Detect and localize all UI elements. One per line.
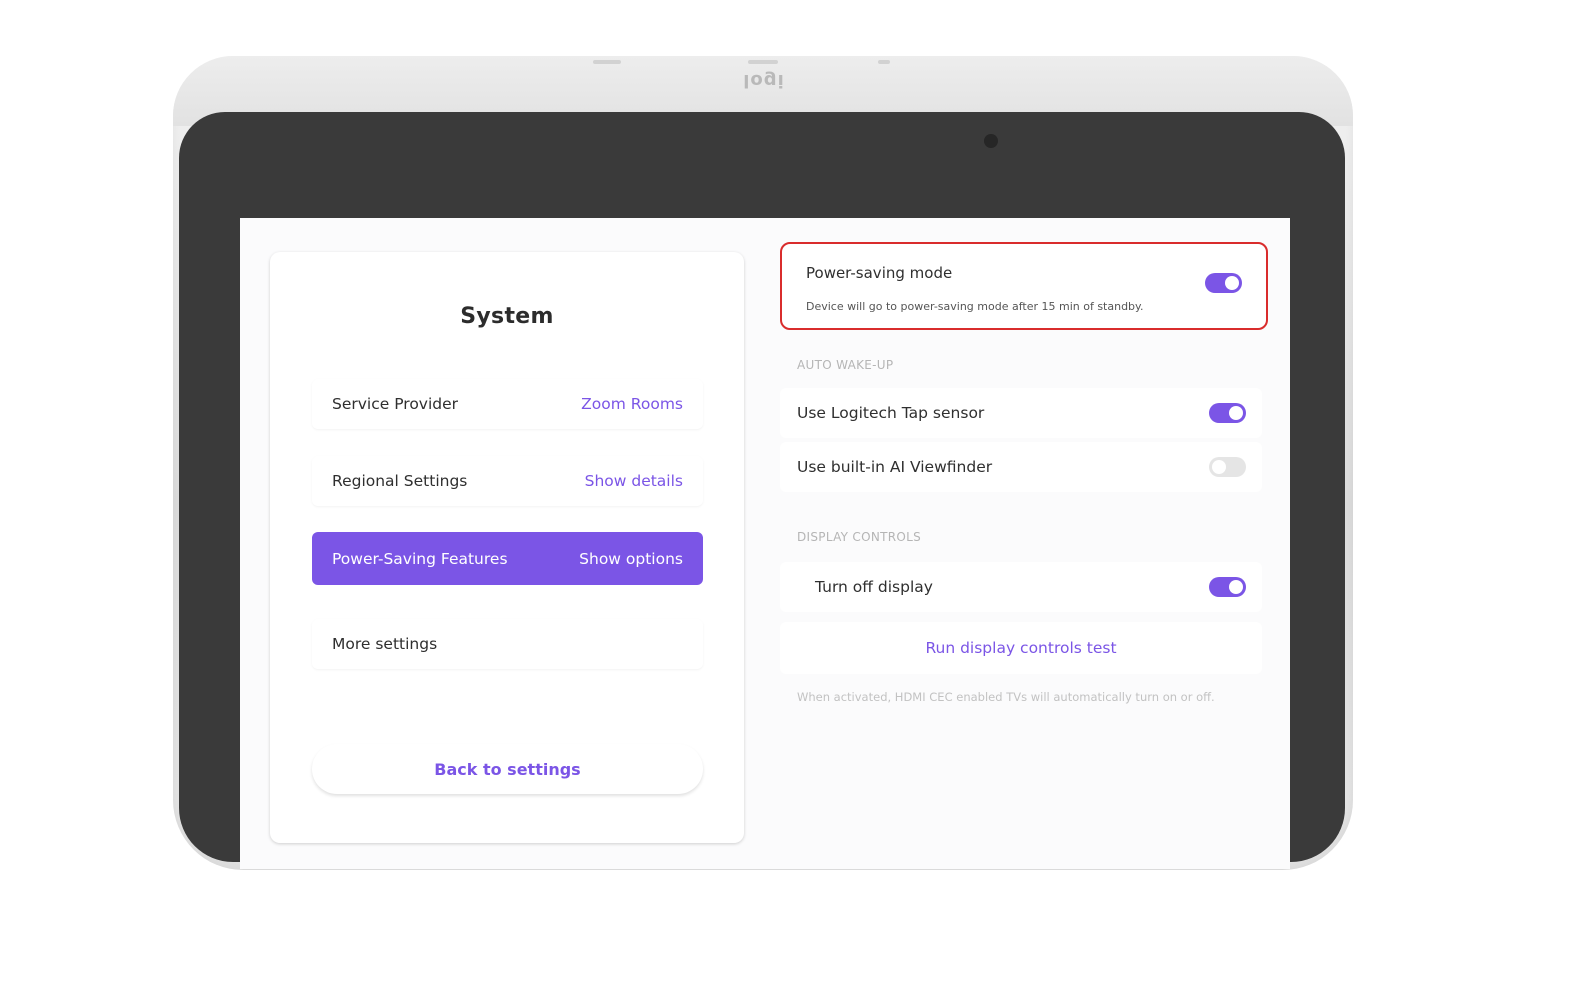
power-saving-mode-toggle[interactable] xyxy=(1205,273,1242,293)
service-provider-row[interactable]: Service Provider Zoom Rooms xyxy=(312,379,703,429)
regional-settings-row[interactable]: Regional Settings Show details xyxy=(312,456,703,506)
row-value: Show options xyxy=(579,549,683,568)
row-value: Zoom Rooms xyxy=(581,395,683,413)
turn-off-display-row: Turn off display xyxy=(780,562,1262,612)
device-logo: logi xyxy=(743,70,785,91)
top-slot xyxy=(748,60,778,64)
touch-screen: System Service Provider Zoom Rooms Regio… xyxy=(240,218,1290,869)
tap-sensor-label: Use Logitech Tap sensor xyxy=(797,404,985,422)
ai-viewfinder-toggle[interactable] xyxy=(1209,457,1246,477)
power-saving-mode-description: Device will go to power-saving mode afte… xyxy=(806,300,1144,313)
display-controls-section-label: DISPLAY CONTROLS xyxy=(797,530,922,544)
power-saving-mode-card: Power-saving mode Device will go to powe… xyxy=(780,242,1268,330)
row-label: More settings xyxy=(332,635,438,653)
camera-icon xyxy=(984,134,998,148)
top-slot xyxy=(878,60,890,64)
power-saving-mode-title: Power-saving mode xyxy=(806,264,953,282)
device-bezel: System Service Provider Zoom Rooms Regio… xyxy=(179,112,1345,869)
back-to-settings-button[interactable]: Back to settings xyxy=(312,744,703,794)
ai-viewfinder-label: Use built-in AI Viewfinder xyxy=(797,458,993,476)
top-slot xyxy=(593,60,621,64)
tap-sensor-toggle[interactable] xyxy=(1209,403,1246,423)
ai-viewfinder-row: Use built-in AI Viewfinder xyxy=(780,442,1262,492)
display-controls-footnote: When activated, HDMI CEC enabled TVs wil… xyxy=(797,690,1215,704)
auto-wakeup-section-label: AUTO WAKE-UP xyxy=(797,358,894,372)
row-value: Show details xyxy=(584,472,683,490)
power-saving-features-row[interactable]: Power-Saving Features Show options xyxy=(312,532,703,585)
row-label: Regional Settings xyxy=(332,472,468,490)
row-label: Service Provider xyxy=(332,395,459,413)
row-label: Power-Saving Features xyxy=(332,549,508,568)
tap-sensor-row: Use Logitech Tap sensor xyxy=(780,388,1262,438)
run-display-controls-test-button[interactable]: Run display controls test xyxy=(780,622,1262,674)
more-settings-row[interactable]: More settings xyxy=(312,619,703,669)
turn-off-display-label: Turn off display xyxy=(815,578,933,596)
page-title: System xyxy=(460,304,554,329)
turn-off-display-toggle[interactable] xyxy=(1209,577,1246,597)
system-menu-card: System Service Provider Zoom Rooms Regio… xyxy=(270,252,744,843)
logitech-tap-device: logi System Service Provider Zoom Rooms … xyxy=(173,56,1353,870)
